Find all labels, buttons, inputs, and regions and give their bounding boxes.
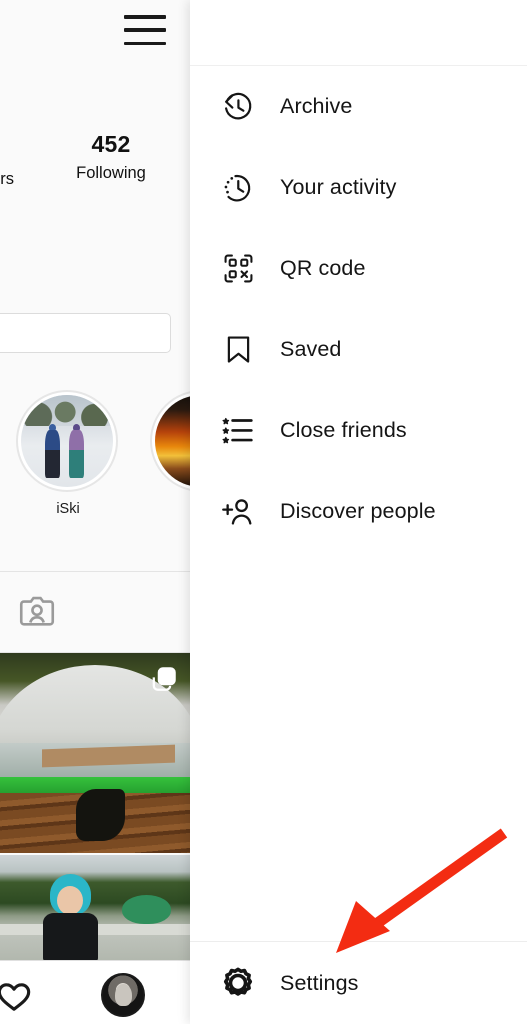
hamburger-line [124,41,166,45]
close-friends-star-list-icon [218,411,258,451]
lake-photo-jacket [76,789,126,841]
archive-clock-icon [218,87,258,127]
menu-item-archive[interactable]: Archive [190,66,527,147]
story-highlight-title: Sk [150,501,190,517]
menu-item-qr-code[interactable]: QR code [190,228,527,309]
park-photo-person [42,873,99,960]
multi-photo-icon [151,665,178,692]
menu-item-label: Settings [280,970,359,995]
heart-icon[interactable] [0,975,36,1015]
bottom-navigation-bar [0,960,190,1024]
hamburger-line [124,15,166,19]
discover-people-add-person-icon [218,492,258,532]
grid-post[interactable] [0,653,190,853]
side-menu-drawer: Archive Your activity QR code Saved Clos… [190,0,527,1024]
tagged-person-icon[interactable] [16,591,58,633]
menu-item-saved[interactable]: Saved [190,309,527,390]
menu-item-label: QR code [280,256,366,280]
story-highlight-title: iSki [56,501,80,517]
ski-photo-trees [21,395,113,427]
profile-screen-background: 452 Following ers iSki [0,0,190,1024]
park-photo-bush [121,894,171,925]
park-photo-body [42,913,98,960]
story-highlights-row: iSki Sk [0,390,190,540]
screen-root: 452 Following ers iSki [0,0,527,1024]
park-photo-face [56,885,83,916]
story-highlight-item[interactable]: Sk [150,390,190,517]
ski-photo-person [68,429,84,478]
menu-item-settings[interactable]: Settings [190,942,527,1024]
stat-following-value: 452 [91,131,131,157]
story-highlight-ring [16,390,118,492]
your-activity-clock-icon [218,168,258,208]
stat-followers-label-partial[interactable]: ers [0,170,14,189]
grid-post-image [0,855,190,960]
hamburger-menu-icon[interactable] [124,13,166,47]
menu-item-label: Saved [280,337,342,361]
story-highlight-thumbnail [21,395,113,487]
menu-item-your-activity[interactable]: Your activity [190,147,527,228]
gear-icon [218,963,258,1003]
bookmark-icon [218,330,258,370]
qr-code-icon [218,249,258,289]
menu-item-label: Your activity [280,175,397,199]
story-highlight-thumbnail [155,395,190,487]
story-highlight-item[interactable]: iSki [16,390,120,517]
profile-photo-grid [0,653,190,960]
stat-following[interactable]: 452 Following [46,130,176,184]
edit-profile-button[interactable] [0,313,171,353]
story-highlight-ring [150,390,190,492]
menu-item-label: Archive [280,94,353,118]
avatar[interactable] [101,973,145,1017]
menu-item-discover-people[interactable]: Discover people [190,471,527,552]
hamburger-line [124,28,166,32]
stat-following-label: Following [76,163,146,182]
menu-item-close-friends[interactable]: Close friends [190,390,527,471]
avatar-image [103,975,143,1015]
ski-photo-person [44,429,60,478]
profile-tab-strip [0,571,190,653]
drawer-menu-list: Archive Your activity QR code Saved Clos… [190,66,527,552]
menu-item-label: Discover people [280,499,436,523]
menu-item-label: Close friends [280,418,407,442]
grid-post[interactable] [0,855,190,960]
